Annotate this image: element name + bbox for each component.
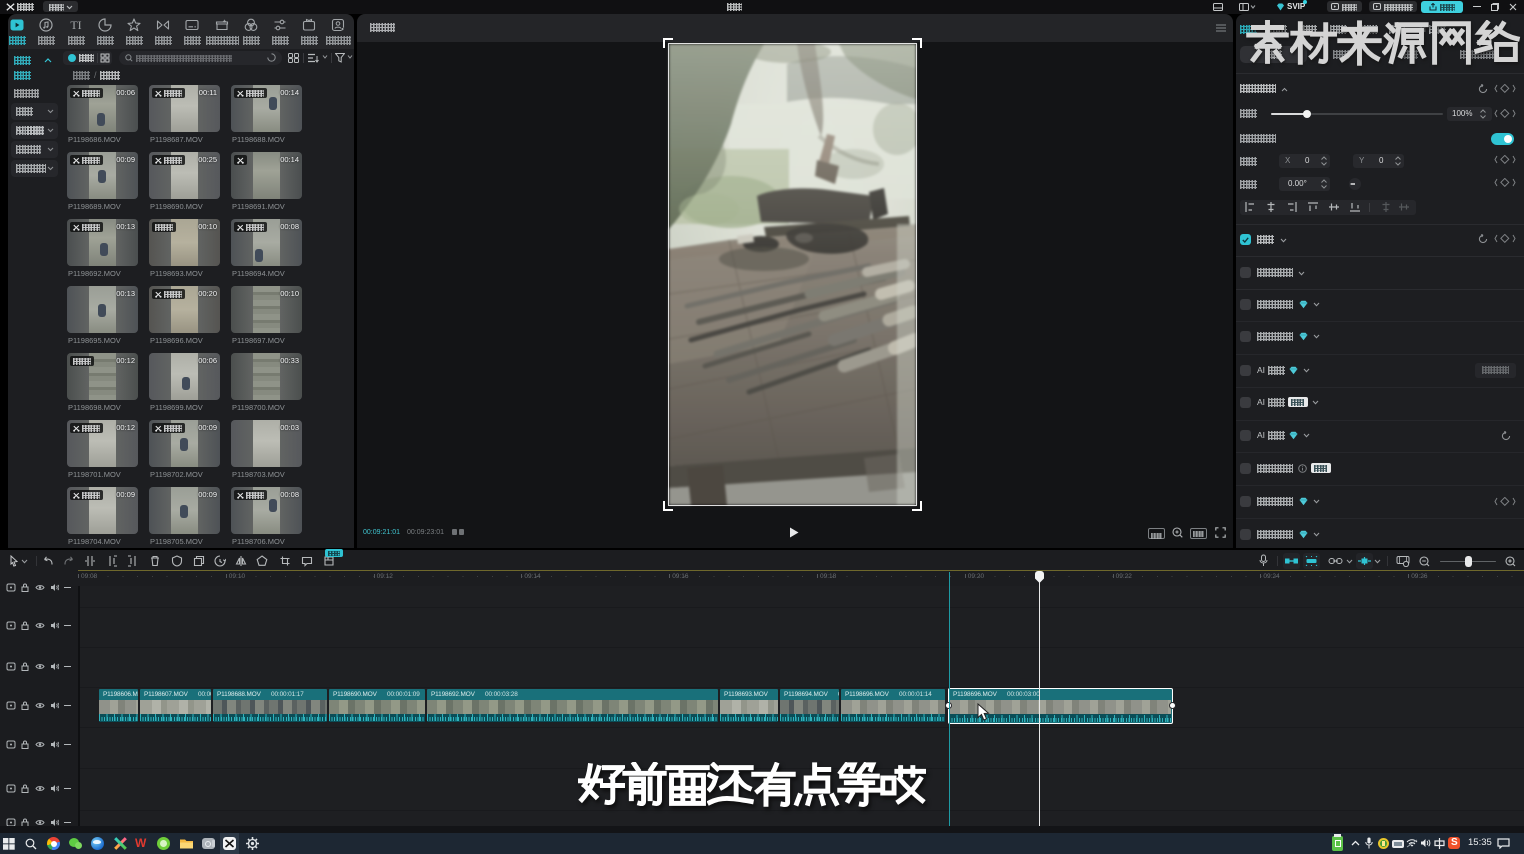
svg-text:TI: TI: [70, 18, 81, 32]
